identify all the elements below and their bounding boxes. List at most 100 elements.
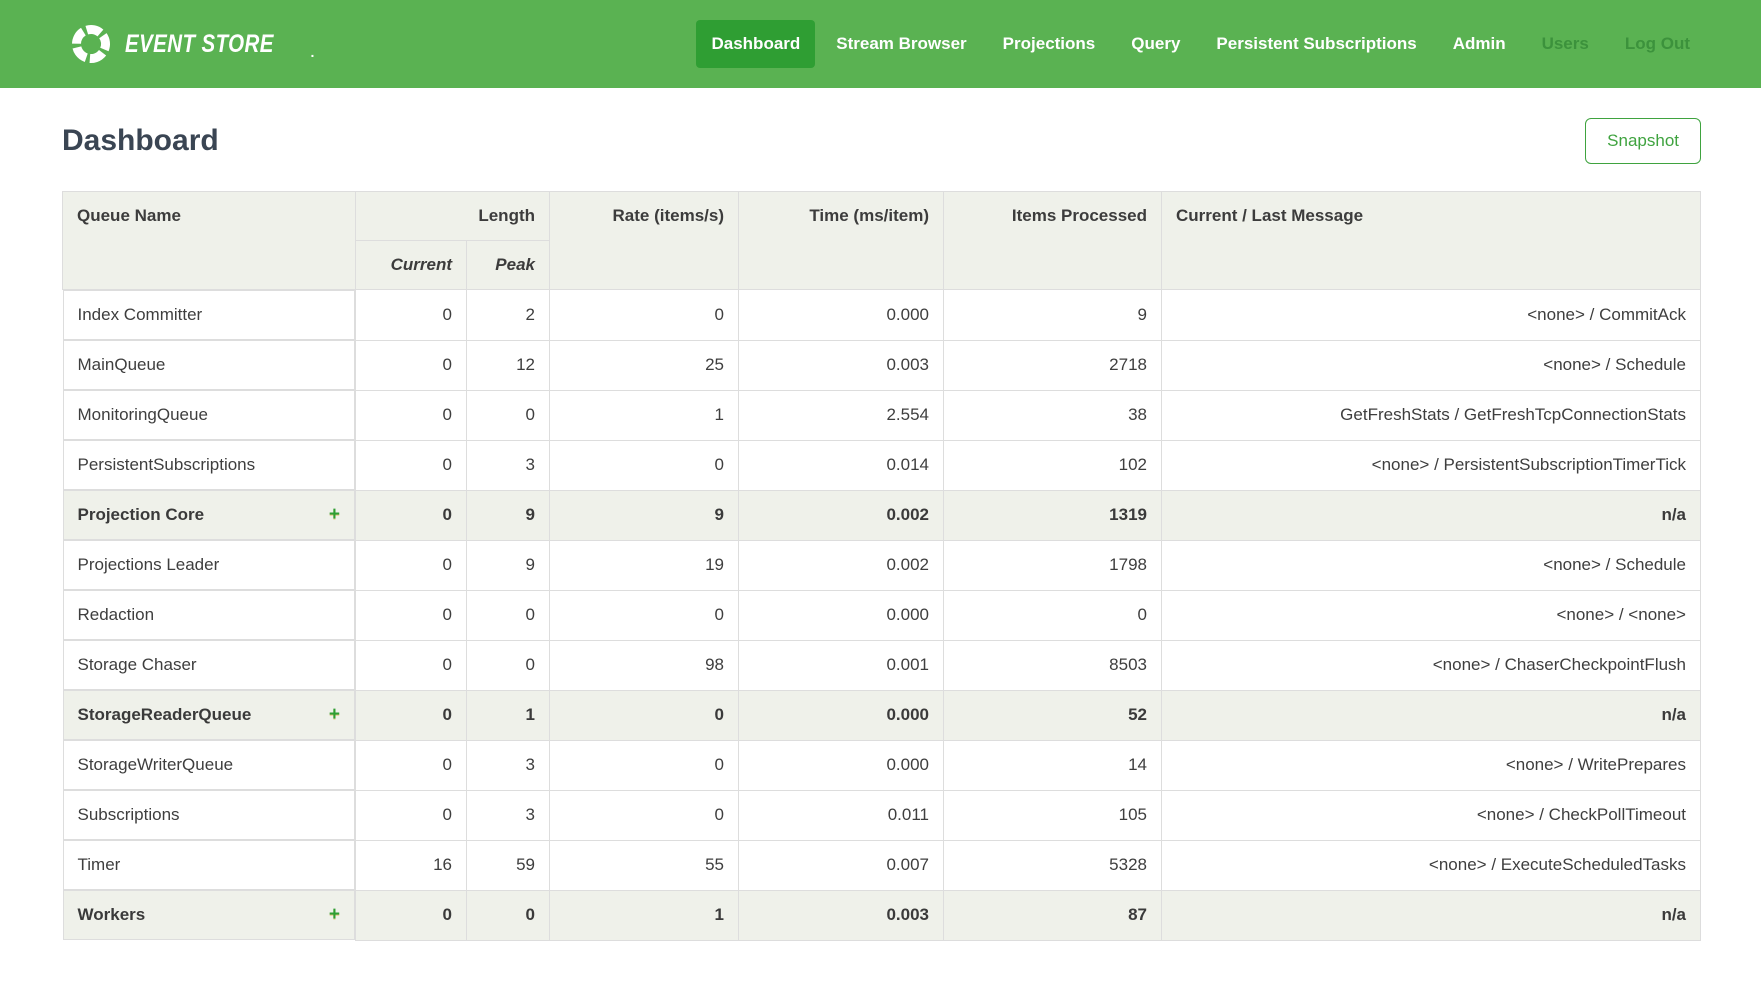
- queues-table-body: Index Committer0200.0009<none> / CommitA…: [63, 290, 1701, 941]
- expand-plus-icon[interactable]: +: [329, 908, 340, 922]
- nav-item-stream-browser[interactable]: Stream Browser: [821, 20, 981, 68]
- queue-name-label: Storage Chaser: [78, 654, 197, 676]
- queue-row: Storage Chaser00980.0018503<none> / Chas…: [63, 640, 1701, 690]
- queue-row: Redaction0000.0000<none> / <none>: [63, 590, 1701, 640]
- queue-time-cell: 0.000: [739, 590, 944, 640]
- col-header-message: Current / Last Message: [1162, 192, 1701, 290]
- queue-items-processed-cell: 105: [944, 790, 1162, 840]
- brand-dot: .: [310, 44, 314, 65]
- queue-name-label: Index Committer: [78, 304, 203, 326]
- queue-time-cell: 0.002: [739, 490, 944, 540]
- queue-message-cell: n/a: [1162, 890, 1701, 940]
- queue-row: Projections Leader09190.0021798<none> / …: [63, 540, 1701, 590]
- queue-current-cell: 0: [356, 740, 467, 790]
- queue-items-processed-cell: 14: [944, 740, 1162, 790]
- event-store-logo-icon: [70, 23, 112, 65]
- queue-peak-cell: 0: [467, 890, 550, 940]
- col-header-items-processed: Items Processed: [944, 192, 1162, 290]
- col-header-queue-name: Queue Name: [63, 192, 356, 290]
- queue-time-cell: 0.003: [739, 890, 944, 940]
- queue-current-cell: 0: [356, 440, 467, 490]
- expand-plus-icon[interactable]: +: [329, 508, 340, 522]
- queue-items-processed-cell: 102: [944, 440, 1162, 490]
- queue-peak-cell: 3: [467, 440, 550, 490]
- queue-message-cell: <none> / CommitAck: [1162, 290, 1701, 341]
- queue-name-cell: Index Committer: [63, 290, 356, 340]
- queue-rate-cell: 0: [550, 740, 739, 790]
- nav-item-admin[interactable]: Admin: [1438, 20, 1521, 68]
- expand-plus-icon[interactable]: +: [329, 708, 340, 722]
- queue-peak-cell: 1: [467, 690, 550, 740]
- nav-item-users[interactable]: Users: [1527, 20, 1604, 68]
- queue-group-row: Workers+0010.00387n/a: [63, 890, 1701, 940]
- queue-name-cell: Projection Core+: [63, 490, 356, 540]
- queue-time-cell: 0.014: [739, 440, 944, 490]
- page-title: Dashboard: [62, 124, 219, 158]
- queue-message-cell: <none> / CheckPollTimeout: [1162, 790, 1701, 840]
- queue-name-label: MainQueue: [78, 354, 166, 376]
- queue-peak-cell: 0: [467, 640, 550, 690]
- queue-name-label: MonitoringQueue: [78, 404, 208, 426]
- queue-row: Subscriptions0300.011105<none> / CheckPo…: [63, 790, 1701, 840]
- queue-current-cell: 0: [356, 590, 467, 640]
- queue-items-processed-cell: 2718: [944, 340, 1162, 390]
- queue-rate-cell: 55: [550, 840, 739, 890]
- nav-item-log-out[interactable]: Log Out: [1610, 20, 1705, 68]
- queue-time-cell: 0.007: [739, 840, 944, 890]
- col-header-current: Current: [356, 241, 467, 290]
- queue-name-cell: Timer: [63, 840, 356, 890]
- queue-message-cell: GetFreshStats / GetFreshTcpConnectionSta…: [1162, 390, 1701, 440]
- queue-rate-cell: 0: [550, 790, 739, 840]
- queue-current-cell: 0: [356, 790, 467, 840]
- queue-name-cell: Storage Chaser: [63, 640, 356, 690]
- queue-rate-cell: 1: [550, 890, 739, 940]
- queue-message-cell: n/a: [1162, 490, 1701, 540]
- col-header-rate: Rate (items/s): [550, 192, 739, 290]
- queue-name-label: Workers: [78, 904, 146, 926]
- queue-name-label: Subscriptions: [78, 804, 180, 826]
- queue-rate-cell: 98: [550, 640, 739, 690]
- queue-current-cell: 0: [356, 890, 467, 940]
- nav-item-projections[interactable]: Projections: [988, 20, 1111, 68]
- queue-message-cell: <none> / Schedule: [1162, 340, 1701, 390]
- event-store-logo[interactable]: EVENT STORE.: [70, 23, 314, 65]
- queue-name-cell: MonitoringQueue: [63, 390, 356, 440]
- queues-table: Queue Name Length Rate (items/s) Time (m…: [62, 191, 1701, 941]
- queue-items-processed-cell: 52: [944, 690, 1162, 740]
- queue-message-cell: <none> / ExecuteScheduledTasks: [1162, 840, 1701, 890]
- queue-row: StorageWriterQueue0300.00014<none> / Wri…: [63, 740, 1701, 790]
- queue-time-cell: 0.000: [739, 690, 944, 740]
- queue-items-processed-cell: 87: [944, 890, 1162, 940]
- queue-rate-cell: 9: [550, 490, 739, 540]
- queue-peak-cell: 2: [467, 290, 550, 341]
- queue-name-cell: Projections Leader: [63, 540, 356, 590]
- nav-menu: DashboardStream BrowserProjectionsQueryP…: [696, 20, 1705, 68]
- queue-name-label: PersistentSubscriptions: [78, 454, 256, 476]
- queue-peak-cell: 3: [467, 740, 550, 790]
- queue-rate-cell: 0: [550, 590, 739, 640]
- queue-rate-cell: 0: [550, 290, 739, 341]
- queue-current-cell: 16: [356, 840, 467, 890]
- queue-current-cell: 0: [356, 490, 467, 540]
- queue-rate-cell: 19: [550, 540, 739, 590]
- queue-items-processed-cell: 8503: [944, 640, 1162, 690]
- queue-rate-cell: 0: [550, 440, 739, 490]
- queue-current-cell: 0: [356, 690, 467, 740]
- nav-item-dashboard[interactable]: Dashboard: [696, 20, 815, 68]
- queue-row: Timer1659550.0075328<none> / ExecuteSche…: [63, 840, 1701, 890]
- queue-items-processed-cell: 0: [944, 590, 1162, 640]
- nav-item-query[interactable]: Query: [1116, 20, 1195, 68]
- queue-peak-cell: 9: [467, 540, 550, 590]
- queue-time-cell: 2.554: [739, 390, 944, 440]
- queue-items-processed-cell: 38: [944, 390, 1162, 440]
- queue-time-cell: 0.002: [739, 540, 944, 590]
- queue-name-label: Timer: [78, 854, 121, 876]
- queue-current-cell: 0: [356, 340, 467, 390]
- queues-table-header: Queue Name Length Rate (items/s) Time (m…: [63, 192, 1701, 290]
- queue-name-cell: Redaction: [63, 590, 356, 640]
- nav-item-persistent-subscriptions[interactable]: Persistent Subscriptions: [1201, 20, 1431, 68]
- snapshot-button[interactable]: Snapshot: [1585, 118, 1701, 164]
- queue-peak-cell: 12: [467, 340, 550, 390]
- queue-message-cell: <none> / <none>: [1162, 590, 1701, 640]
- queue-peak-cell: 59: [467, 840, 550, 890]
